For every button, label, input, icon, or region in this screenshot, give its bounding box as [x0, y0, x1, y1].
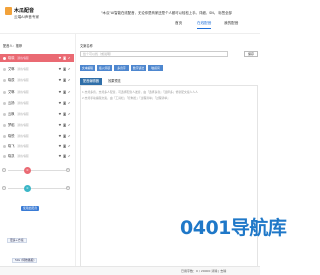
pitch-slider-knob[interactable]: 0	[24, 185, 31, 192]
voice-license: 通用/客服	[17, 135, 29, 138]
editor-hint-2: 2.支持手动编辑文案，由「工具栏」「控制栏」「过程清单」「过程清单」	[82, 96, 170, 100]
voice-license: 通用/客服	[17, 102, 29, 105]
voice-license: 通用/客服	[17, 113, 29, 116]
voice-actions[interactable]: ♥ ◙ ✔	[58, 152, 71, 160]
voice-name: 云扬	[8, 101, 15, 105]
voice-name: 晓凯	[8, 154, 15, 158]
voice-avatar-icon	[3, 90, 6, 94]
tool-sensitive-words[interactable]: 敏感词	[148, 65, 163, 71]
voice-license: 通用/客服	[17, 91, 29, 94]
app-title: 木瓜配音	[14, 8, 35, 14]
editor-hint-1: 1.支持多音，支持多人配音，可选择配音人发音，由「选择多音」「选择多」修新配文案…	[82, 90, 198, 94]
voice-search-label: 配音人：推荐	[3, 44, 23, 48]
voice-actions[interactable]: ♥ ◙ ✔	[58, 110, 71, 118]
voice-item[interactable]: 晓凯 通用/客服 ♥ ◙ ✔	[0, 152, 74, 160]
voice-avatar-icon	[3, 154, 6, 158]
voice-avatar-icon	[3, 112, 6, 116]
pitch-slider-track[interactable]	[8, 188, 68, 189]
voice-name: 云枫	[8, 112, 15, 116]
logo-icon	[5, 7, 12, 15]
voice-name: 晓晓	[8, 56, 15, 60]
word-count-status: 已用字数：0 / 20000 清除 | 去除	[181, 269, 227, 273]
voice-actions[interactable]: ♥ ◙ ✔	[58, 54, 71, 62]
voice-item[interactable]: 晓悦 通用/客服 ♥ ◙ ✔	[0, 132, 74, 140]
voice-item[interactable]: 云枫 通用/客服 ♥ ◙ ✔	[0, 110, 74, 118]
tab-editor[interactable]: 配音编辑器	[80, 78, 102, 85]
tab-preview[interactable]: 效果预览	[105, 78, 124, 85]
voice-actions[interactable]: ♥ ◙ ✔	[58, 88, 71, 96]
voice-actions[interactable]: ♥ ◙ ✔	[58, 65, 71, 73]
speed-decrease-icon[interactable]: −	[2, 168, 6, 172]
notice-text: "木瓜"AI智能在线配音，无论你是商家还是个人都可以轻松上手。详细，SN。 标签…	[101, 11, 232, 15]
voice-avatar-icon	[3, 101, 6, 105]
voice-item[interactable]: 艾琳 通用/客服 ♥ ◙ ✔	[0, 88, 74, 96]
watermark: 0401导航库	[160, 213, 287, 239]
voice-avatar-icon	[3, 56, 6, 60]
app-subtitle: 云端AI声音专家	[14, 15, 40, 19]
voice-actions[interactable]: ♥ ◙ ✔	[58, 132, 71, 140]
voice-name: 晓辰	[8, 78, 15, 82]
voice-actions[interactable]: ♥ ◙ ✔	[58, 142, 71, 150]
text-title-label: 文案名称	[80, 44, 93, 48]
voice-avatar-icon	[3, 144, 6, 148]
voice-name: 梦稻	[8, 123, 15, 127]
nav-online-dubbing[interactable]: 在线配音	[197, 21, 212, 29]
pitch-increase-icon[interactable]: +	[66, 186, 70, 190]
tag-effect[interactable]: 50x (特效播报)	[12, 258, 38, 263]
voice-avatar-icon	[3, 123, 6, 127]
voice-avatar-icon	[3, 67, 6, 71]
voice-license: 通用/客服	[17, 57, 29, 60]
voice-license: 通用/客服	[17, 145, 29, 148]
voice-actions[interactable]: ♥ ◙ ✔	[58, 76, 71, 84]
voice-item[interactable]: 梦稻 通用/客服 ♥ ◙ ✔	[0, 121, 74, 129]
voice-item[interactable]: 艾琳 通用/客服 ♥ ◙ ✔	[0, 65, 74, 73]
voice-item[interactable]: 晓辰 通用/客服 ♥ ◙ ✔	[0, 76, 74, 84]
voice-item[interactable]: 晓晓 通用/客服 ♥ ◙ ✔	[0, 54, 74, 62]
save-button[interactable]: 保存	[244, 51, 258, 57]
watermark-text: 0401导航库	[180, 217, 287, 239]
voice-actions[interactable]: ♥ ◙ ✔	[58, 121, 71, 129]
voice-item[interactable]: 晓飞 通用/客服 ♥ ◙ ✔	[0, 142, 74, 150]
app-root: 木瓜配音 云端AI声音专家 "木瓜"AI智能在线配音，无论你是商家还是个人都可以…	[0, 0, 287, 275]
text-editor[interactable]	[80, 85, 258, 273]
voice-name: 晓飞	[8, 144, 15, 148]
voice-name: 晓悦	[8, 134, 15, 138]
speed-slider-knob[interactable]: 0	[24, 167, 31, 174]
voice-avatar-icon	[3, 78, 6, 82]
tool-text-edit[interactable]: 文本编辑	[80, 65, 95, 71]
tool-insert-pause[interactable]: 插入停顿	[97, 65, 112, 71]
voice-license: 通用/客服	[17, 68, 29, 71]
voice-actions[interactable]: ♥ ◙ ✔	[58, 99, 71, 107]
voice-avatar-icon	[3, 134, 6, 138]
voice-license: 通用/客服	[17, 155, 29, 158]
tool-polyphone[interactable]: 多音字	[114, 65, 129, 71]
voice-license: 通用/客服	[17, 124, 29, 127]
voice-item[interactable]: 云扬 通用/客服 ♥ ◙ ✔	[0, 99, 74, 107]
speed-slider-track[interactable]	[8, 170, 68, 171]
header: 木瓜配音 云端AI声音专家 "木瓜"AI智能在线配音，无论你是商家还是个人都可以…	[0, 0, 260, 34]
text-title-input[interactable]: 给个可以找（或说明）	[80, 51, 228, 57]
voice-name: 艾琳	[8, 67, 15, 71]
pitch-decrease-icon[interactable]: −	[2, 186, 6, 190]
nav-my-dubbing[interactable]: 我的配音	[224, 21, 238, 26]
nav-home[interactable]: 首页	[175, 21, 182, 26]
voice-license: 通用/客服	[17, 79, 29, 82]
speed-increase-icon[interactable]: +	[66, 168, 70, 172]
tool-number-reading[interactable]: 数字读法	[131, 65, 146, 71]
tag-more-plans[interactable]: 更多+方案	[7, 238, 27, 243]
voice-name: 艾琳	[8, 90, 15, 94]
apply-voice-button[interactable]: 使用此配音	[21, 206, 39, 211]
